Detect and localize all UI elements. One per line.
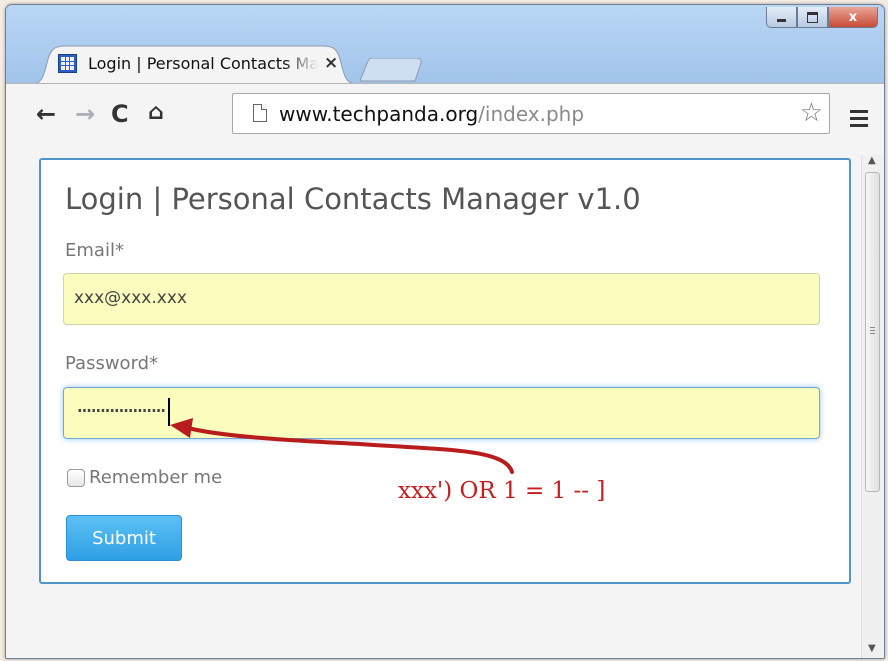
page-title: Login | Personal Contacts Manager v1.0 [65, 182, 641, 216]
bookmark-star-icon[interactable]: ☆ [800, 98, 823, 128]
remember-label: Remember me [89, 467, 223, 488]
remember-checkbox[interactable] [67, 468, 85, 487]
email-label: Email* [65, 240, 124, 261]
menu-icon[interactable] [850, 110, 868, 131]
vertical-scrollbar[interactable]: ▲ ▼ [861, 155, 884, 658]
tab-active[interactable]: Login | Personal Contacts Manager v1.0 × [32, 45, 356, 84]
window-controls: x [766, 7, 878, 29]
scroll-grip-icon [870, 327, 875, 336]
browser-window: x Login | Personal Contacts Manager v1.0… [5, 4, 885, 659]
submit-button[interactable]: Submit [66, 515, 182, 561]
tab-title: Login | Personal Contacts Manager v1.0 [88, 54, 318, 73]
url-text[interactable]: www.techpanda.org/index.php [279, 102, 584, 126]
login-panel: Login | Personal Contacts Manager v1.0 E… [39, 158, 851, 584]
browser-toolbar: ← → C ⌂ www.techpanda.org/index.php ☆ [6, 83, 884, 158]
email-field[interactable]: xxx@xxx.xxx [63, 273, 820, 325]
forward-icon[interactable]: → [75, 100, 95, 128]
password-value: ··················· [76, 397, 167, 425]
back-icon[interactable]: ← [36, 100, 56, 128]
minimize-icon [777, 18, 786, 22]
tab-close-icon[interactable]: × [324, 53, 338, 73]
minimize-button[interactable] [766, 7, 797, 28]
sql-injection-annotation: xxx') OR 1 = 1 -- ] [398, 478, 606, 504]
home-icon[interactable]: ⌂ [148, 100, 164, 125]
remember-me[interactable]: Remember me [67, 467, 222, 488]
maximize-icon [807, 11, 818, 23]
reload-icon[interactable]: C [111, 100, 129, 128]
site-favicon-icon [58, 54, 77, 73]
text-caret [167, 398, 170, 426]
scrollbar-thumb[interactable] [865, 172, 880, 492]
scroll-down-icon[interactable]: ▼ [868, 643, 876, 654]
maximize-button[interactable] [797, 7, 828, 28]
scroll-up-icon[interactable]: ▲ [868, 155, 876, 166]
page-viewport: Login | Personal Contacts Manager v1.0 E… [6, 155, 884, 658]
url-path: /index.php [478, 102, 585, 126]
window-close-button[interactable]: x [828, 7, 878, 28]
address-bar[interactable]: www.techpanda.org/index.php ☆ [232, 93, 830, 134]
page-icon [253, 104, 267, 122]
password-label: Password* [65, 353, 159, 374]
new-tab-button[interactable] [360, 58, 424, 82]
password-field[interactable]: ··················· [63, 387, 820, 439]
url-host: www.techpanda.org [279, 102, 479, 126]
